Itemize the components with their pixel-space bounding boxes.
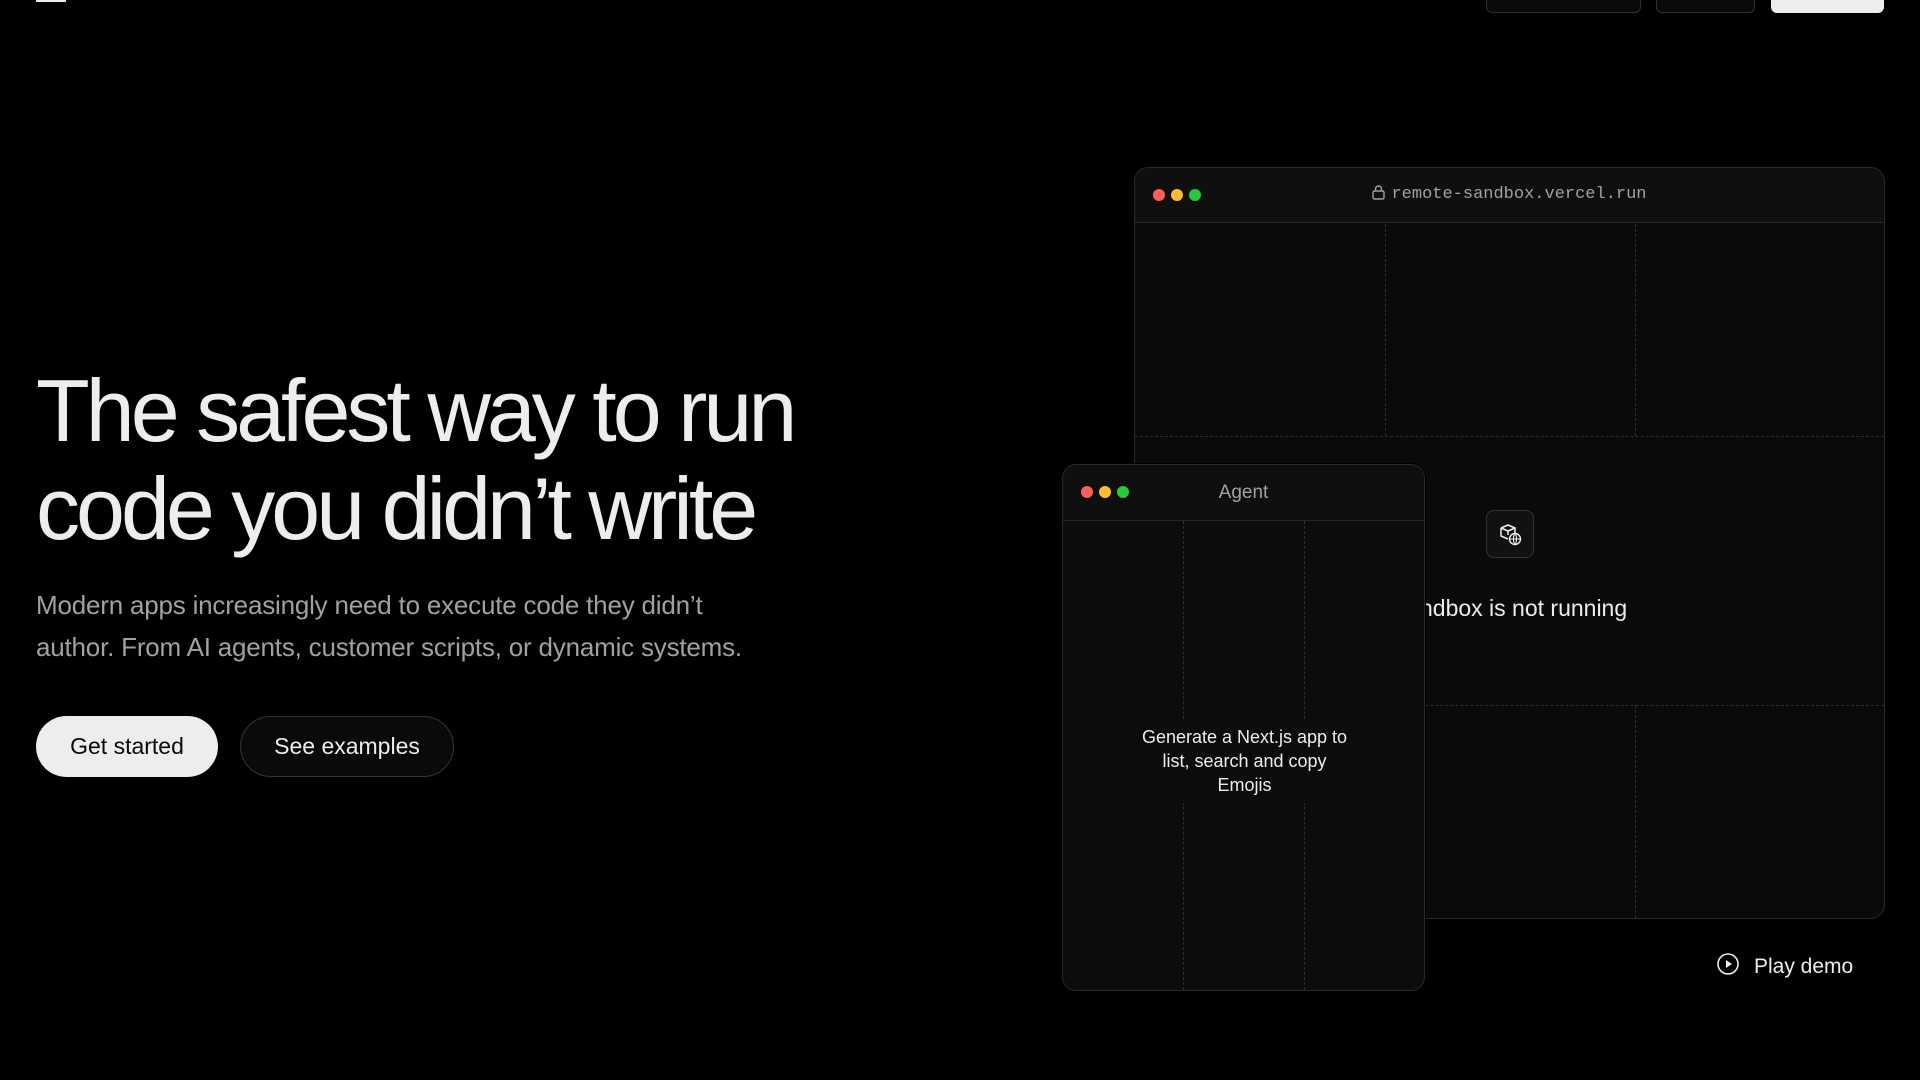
agent-window: Agent Generate a Next.js app to list, se… bbox=[1062, 464, 1425, 991]
nav-button[interactable] bbox=[1486, 0, 1641, 13]
lock-icon bbox=[1372, 185, 1386, 206]
box-globe-icon bbox=[1486, 510, 1534, 558]
agent-titlebar: Agent bbox=[1063, 465, 1424, 521]
logo[interactable] bbox=[36, 0, 66, 2]
sandbox-url-text: remote-sandbox.vercel.run bbox=[1391, 185, 1647, 204]
sandbox-titlebar: remote-sandbox.vercel.run bbox=[1135, 168, 1884, 223]
hero-subtitle: Modern apps increasingly need to execute… bbox=[36, 584, 856, 668]
nav-button[interactable] bbox=[1656, 0, 1755, 13]
hero-subtitle-line1: Modern apps increasingly need to execute… bbox=[36, 590, 703, 620]
get-started-button[interactable]: Get started bbox=[36, 716, 218, 777]
play-demo-button[interactable]: Play demo bbox=[1716, 952, 1853, 982]
nav-primary-button[interactable] bbox=[1771, 0, 1884, 13]
hero-title-line1: The safest way to run bbox=[36, 361, 797, 460]
agent-prompt: Generate a Next.js app to list, search a… bbox=[1133, 719, 1356, 803]
hero-title: The safest way to run code you didn’t wr… bbox=[36, 362, 936, 558]
hero-title-line2: code you didn’t write bbox=[36, 459, 758, 558]
play-demo-label: Play demo bbox=[1754, 955, 1854, 978]
see-examples-button[interactable]: See examples bbox=[240, 716, 454, 777]
sandbox-url: remote-sandbox.vercel.run bbox=[1135, 185, 1884, 206]
play-circle-icon bbox=[1716, 952, 1740, 982]
hero-subtitle-line2: author. From AI agents, customer scripts… bbox=[36, 632, 742, 662]
agent-title: Agent bbox=[1218, 482, 1269, 503]
